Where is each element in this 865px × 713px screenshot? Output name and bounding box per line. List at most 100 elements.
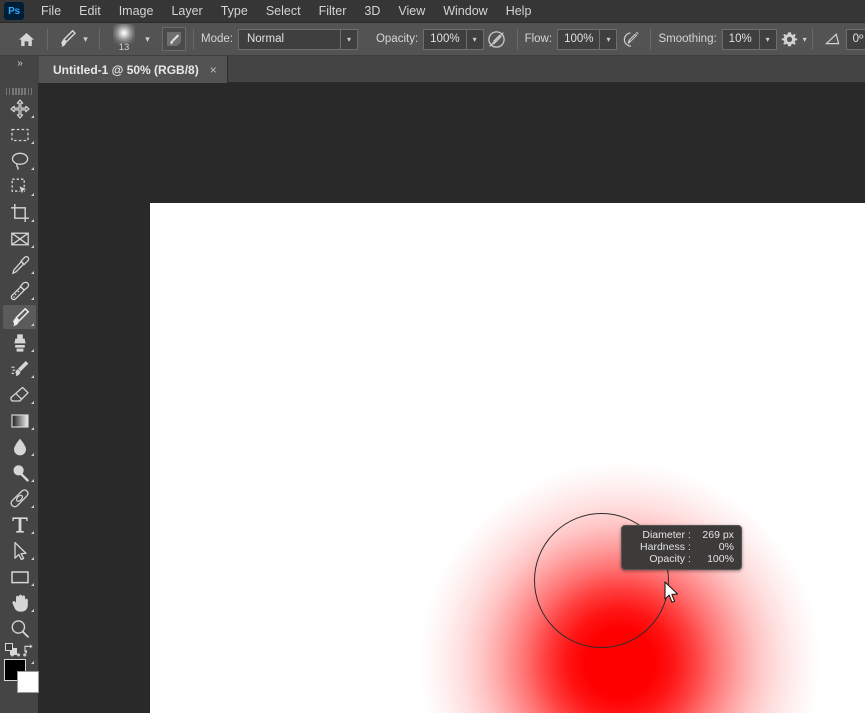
brush-preset-chevron-down-icon[interactable]: ▾ (141, 29, 154, 49)
document-tab[interactable]: Untitled-1 @ 50% (RGB/8) × (39, 56, 228, 83)
sidebar-item-rectangle-tool[interactable] (0, 564, 39, 590)
sidebar-item-brush-tool[interactable] (0, 304, 39, 330)
hardness-value: 0% (718, 541, 734, 553)
sidebar-item-clone-stamp-tool[interactable] (0, 330, 39, 356)
eyedropper-tool-icon (11, 256, 29, 275)
menu-file[interactable]: File (32, 1, 70, 21)
menu-3d[interactable]: 3D (355, 1, 389, 21)
menu-image[interactable]: Image (110, 1, 163, 21)
sidebar-item-type-tool[interactable] (0, 512, 39, 538)
flow-label: Flow: (524, 33, 553, 45)
sidebar-item-frame-tool[interactable] (0, 226, 39, 252)
brush-angle-button[interactable] (820, 26, 846, 52)
smoothing-input[interactable]: 10% ▾ (721, 28, 777, 50)
crop-tool-icon (10, 204, 29, 222)
expand-panels-button[interactable]: » (0, 56, 39, 83)
chevron-down-icon[interactable]: ▾ (599, 29, 616, 49)
brush-size-value: 13 (118, 42, 130, 53)
opacity-label: Opacity (649, 553, 685, 565)
opacity-input[interactable]: 100% ▾ (423, 28, 484, 50)
sidebar-item-eraser-tool[interactable] (0, 382, 39, 408)
menu-select[interactable]: Select (257, 1, 310, 21)
hardness-label: Hardness (640, 541, 685, 553)
background-color-swatch[interactable] (17, 671, 39, 693)
options-separator (193, 28, 194, 50)
brush-angle-input[interactable]: 0º (845, 28, 865, 50)
tool-group-corner-icon (31, 401, 34, 404)
tool-group-corner-icon (31, 245, 34, 248)
gradient-tool-icon (10, 414, 29, 428)
marquee-tool-icon (10, 128, 29, 142)
zoom-tool-icon (11, 620, 29, 638)
sidebar-item-crop-tool[interactable] (0, 200, 39, 226)
chevron-down-icon[interactable]: ▾ (758, 29, 776, 49)
airbrush-icon (623, 31, 639, 47)
pressure-controls-opacity-button[interactable] (484, 26, 510, 52)
sidebar-item-zoom-tool[interactable] (0, 616, 39, 642)
pen-tool-icon (9, 489, 29, 508)
move-tool-icon (9, 99, 30, 119)
brush-preset-picker[interactable]: 13 (107, 24, 141, 54)
sidebar-item-eyedropper-tool[interactable] (0, 252, 39, 278)
tool-group-corner-icon (31, 115, 34, 118)
photoshop-window: Ps File Edit Image Layer Type Select Fil… (0, 0, 865, 713)
sidebar-item-spot-healing-brush-tool[interactable] (0, 278, 39, 304)
menu-type[interactable]: Type (212, 1, 257, 21)
chevron-down-icon: ▾ (339, 29, 357, 49)
sidebar-item-gradient-tool[interactable] (0, 408, 39, 434)
menu-edit[interactable]: Edit (70, 1, 110, 21)
close-icon[interactable]: × (210, 64, 217, 76)
menu-bar: Ps File Edit Image Layer Type Select Fil… (0, 0, 865, 23)
smoothing-options-button[interactable] (777, 26, 803, 52)
flow-value: 100% (564, 33, 594, 45)
canvas-workspace[interactable]: Diameter : 269 px Hardness : 0% Opacity … (39, 83, 865, 713)
blend-mode-select[interactable]: Normal ▾ (237, 28, 358, 50)
opacity-label: Opacity: (375, 33, 419, 45)
options-separator (516, 28, 518, 50)
menu-help[interactable]: Help (497, 1, 541, 21)
current-tool-indicator[interactable]: ▾ (55, 27, 92, 51)
tool-group-corner-icon (31, 479, 34, 482)
brush-hud-tooltip: Diameter : 269 px Hardness : 0% Opacity … (621, 525, 742, 570)
path-selection-tool-icon (13, 541, 27, 561)
brush-tool-icon (12, 307, 29, 326)
tool-group-corner-icon (31, 271, 34, 274)
tools-panel-drag-handle[interactable] (0, 83, 38, 96)
sidebar-item-pen-tool[interactable] (0, 486, 39, 512)
sidebar-item-history-brush-tool[interactable] (0, 356, 39, 382)
gear-icon (781, 31, 798, 46)
swap-colors-icon[interactable] (23, 643, 35, 655)
chevron-down-icon[interactable]: ▾ (465, 29, 483, 49)
document-tab-title: Untitled-1 @ 50% (RGB/8) (53, 62, 199, 77)
tool-preset-chevron-down-icon[interactable]: ▾ (79, 29, 92, 49)
sidebar-item-path-selection-tool[interactable] (0, 538, 39, 564)
menu-window[interactable]: Window (434, 1, 496, 21)
document-canvas[interactable]: Diameter : 269 px Hardness : 0% Opacity … (150, 203, 865, 713)
angle-protractor-icon (824, 33, 840, 45)
sidebar-item-dodge-tool[interactable] (0, 460, 39, 486)
airbrush-button[interactable] (617, 26, 643, 52)
tool-group-corner-icon (31, 141, 34, 144)
sidebar-item-blur-tool[interactable] (0, 434, 39, 460)
default-colors-icon[interactable] (5, 643, 18, 656)
tool-group-corner-icon (31, 505, 34, 508)
tooltip-row-opacity: Opacity : 100% (629, 553, 734, 565)
sidebar-item-lasso-tool[interactable] (0, 148, 39, 174)
tool-group-corner-icon (31, 453, 34, 456)
color-controls (0, 643, 39, 699)
toggle-brush-settings-panel-button[interactable] (162, 27, 186, 51)
sidebar-item-move-tool[interactable] (0, 96, 39, 122)
flow-input[interactable]: 100% ▾ (557, 28, 618, 50)
tool-group-corner-icon (31, 531, 34, 534)
menu-filter[interactable]: Filter (310, 1, 356, 21)
home-button[interactable] (12, 26, 40, 52)
tool-options-bar: ▾ 13 ▾ Mode: Normal ▾ Opacity: 100% ▾ Fl… (0, 23, 865, 56)
frame-tool-icon (10, 232, 29, 246)
sidebar-item-hand-tool[interactable] (0, 590, 39, 616)
menu-view[interactable]: View (389, 1, 434, 21)
sidebar-item-object-selection-tool[interactable] (0, 174, 39, 200)
sidebar-item-rectangular-marquee-tool[interactable] (0, 122, 39, 148)
options-separator (47, 28, 48, 50)
diameter-label: Diameter (642, 529, 685, 541)
menu-layer[interactable]: Layer (162, 1, 211, 21)
